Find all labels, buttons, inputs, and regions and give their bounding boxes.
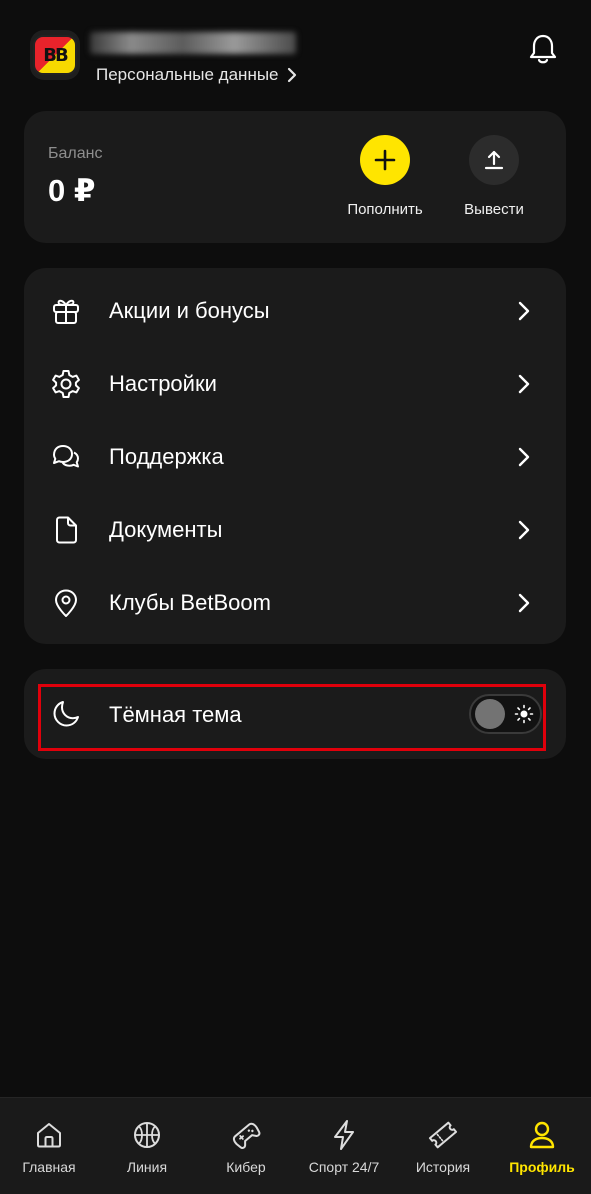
gamepad-icon [229, 1118, 263, 1152]
tab-home[interactable]: Главная [0, 1098, 98, 1194]
bottom-tab-bar: Главная Линия Кибер Спорт 24/7 История П… [0, 1097, 591, 1194]
withdraw-button[interactable]: Вывести [439, 135, 549, 225]
user-icon [525, 1118, 559, 1152]
dark-theme-label: Тёмная тема [109, 702, 242, 727]
menu-item-documents[interactable]: Документы [24, 493, 566, 566]
sun-icon [514, 704, 534, 724]
moon-icon [50, 698, 82, 730]
personal-data-label: Персональные данные [96, 65, 279, 84]
plus-circle [360, 135, 410, 185]
balance-value: 0 ₽ [48, 173, 96, 208]
gift-icon [50, 295, 82, 327]
deposit-label: Пополнить [347, 201, 423, 218]
document-icon [50, 514, 82, 546]
avatar[interactable]: BB [30, 30, 80, 80]
menu-card: Акции и бонусы Настройки Поддержка Докум… [24, 268, 566, 644]
tab-label: Спорт 24/7 [308, 1159, 380, 1175]
theme-card: Тёмная тема [24, 669, 566, 759]
home-icon [32, 1118, 66, 1152]
menu-item-label: Документы [109, 516, 223, 542]
tab-label: Линия [126, 1159, 168, 1175]
menu-item-label: Настройки [109, 370, 217, 396]
dark-theme-row[interactable]: Тёмная тема [24, 669, 566, 759]
balance-card: Баланс 0 ₽ Пополнить Вывести [24, 111, 566, 243]
tab-cyber[interactable]: Кибер [197, 1098, 295, 1194]
upload-icon [484, 150, 504, 170]
chevron-right-icon [512, 518, 536, 542]
basketball-icon [130, 1118, 164, 1152]
menu-item-label: Акции и бонусы [109, 297, 270, 323]
gear-icon [50, 368, 82, 400]
dark-theme-toggle[interactable] [469, 694, 542, 734]
chevron-right-icon [512, 299, 536, 323]
tab-label: Главная [22, 1159, 76, 1175]
lightning-icon [327, 1118, 361, 1152]
user-name-redacted [90, 32, 296, 54]
notifications-button[interactable] [526, 32, 560, 66]
menu-item-clubs[interactable]: Клубы BetBoom [24, 566, 566, 639]
ticket-icon [426, 1118, 460, 1152]
bell-icon [529, 34, 557, 64]
tab-label: Профиль [509, 1159, 575, 1175]
upload-circle [469, 135, 519, 185]
deposit-button[interactable]: Пополнить [330, 135, 440, 225]
tab-history[interactable]: История [394, 1098, 492, 1194]
menu-item-support[interactable]: Поддержка [24, 420, 566, 493]
tab-label: Кибер [226, 1159, 266, 1175]
withdraw-label: Вывести [464, 201, 524, 218]
chevron-right-icon [512, 591, 536, 615]
menu-item-label: Поддержка [109, 443, 224, 469]
chevron-right-icon [512, 445, 536, 469]
tab-label: История [415, 1159, 471, 1175]
chat-icon [50, 441, 82, 473]
tab-sport-24-7[interactable]: Спорт 24/7 [295, 1098, 393, 1194]
tab-profile[interactable]: Профиль [493, 1098, 591, 1194]
location-pin-icon [50, 587, 82, 619]
menu-item-label: Клубы BetBoom [109, 589, 271, 615]
personal-data-link[interactable]: Персональные данные [96, 62, 297, 88]
plus-icon [374, 149, 396, 171]
profile-header: BB Персональные данные [0, 0, 591, 100]
chevron-right-icon [287, 67, 296, 83]
menu-item-promotions[interactable]: Акции и бонусы [24, 274, 566, 347]
chevron-right-icon [512, 372, 536, 396]
tab-line[interactable]: Линия [98, 1098, 196, 1194]
balance-label: Баланс [48, 145, 103, 162]
toggle-knob [475, 699, 505, 729]
betboom-logo: BB [33, 35, 77, 75]
menu-item-settings[interactable]: Настройки [24, 347, 566, 420]
